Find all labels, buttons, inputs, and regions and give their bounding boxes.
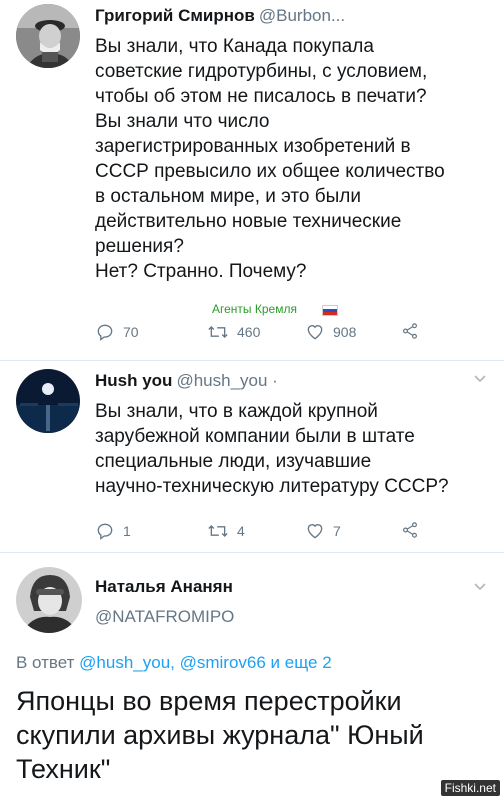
retweet-button[interactable]: 4 <box>207 521 245 541</box>
tweet-text-line: в остальном мире, и это были <box>95 186 361 207</box>
reply-button[interactable]: 70 <box>95 322 139 342</box>
tweet-text-line: научно-техническую литературу СССР? <box>95 476 449 497</box>
tweet-text-line: решения? <box>95 236 184 257</box>
avatar-pilot-image <box>16 567 82 633</box>
retweet-count: 4 <box>237 523 245 539</box>
reply-icon <box>97 523 113 540</box>
display-name[interactable]: Григорий Смирнов <box>95 6 255 25</box>
reply-mentions-link[interactable]: @hush_you, @smirov66 <box>79 653 266 672</box>
display-name[interactable]: Наталья Ананян <box>95 577 233 596</box>
tweet-text-line: зарегистрированных изобретений в <box>95 136 411 157</box>
tweet-actions: 1 4 7 <box>95 521 425 545</box>
reply-icon <box>97 324 113 341</box>
share-icon <box>403 522 417 538</box>
retweet-icon <box>208 525 228 537</box>
tweet-text-line: СССР превысило их общее количество <box>95 161 445 182</box>
reply-count: 1 <box>123 523 131 539</box>
display-name[interactable]: Hush you <box>95 371 172 390</box>
overlay-caption: Агенты Кремля <box>212 302 297 316</box>
tweet-text-line: Японцы во время перестройки <box>16 686 402 716</box>
chevron-down-icon[interactable] <box>472 371 488 387</box>
tweet-3[interactable]: Наталья Ананян @NATAFROMIPO В ответ @hus… <box>0 553 504 800</box>
reply-button[interactable]: 1 <box>95 521 131 541</box>
share-button[interactable] <box>401 322 419 340</box>
avatar[interactable] <box>16 4 80 68</box>
avatar-portrait-image <box>16 4 80 68</box>
display-name-line: Наталья Ананян <box>95 577 233 597</box>
tweet-1[interactable]: Григорий Смирнов @Burbon... Вы знали, что… <box>0 0 504 365</box>
tweet-text-line: Нет? Странно. Почему? <box>95 261 307 282</box>
avatar-moon-sea-image <box>16 369 80 433</box>
like-count: 7 <box>333 523 341 539</box>
tweet-text-line: чтобы об этом не писалось в печати? <box>95 86 427 107</box>
tweet-text-line: Вы знали, что в каждой крупной <box>95 401 378 422</box>
tweet-text-line: скупили архивы журнала" Юный <box>16 720 424 750</box>
retweet-count: 460 <box>237 324 261 340</box>
reply-count: 70 <box>123 324 139 340</box>
reply-prefix: В ответ <box>16 653 80 672</box>
reply-more-link[interactable]: и еще 2 <box>266 653 332 672</box>
tweet-text-line: действительно новые технические <box>95 211 402 232</box>
chevron-down-icon[interactable] <box>472 579 488 595</box>
like-button[interactable]: 908 <box>305 322 356 342</box>
heart-icon <box>307 524 323 539</box>
tweet-header: Hush you @hush_you · <box>95 371 278 391</box>
tweet-text-line: советские гидротурбины, с условием, <box>95 61 428 82</box>
like-count: 908 <box>333 324 357 340</box>
avatar[interactable] <box>16 369 80 433</box>
user-handle[interactable]: @Burbon... <box>259 6 345 25</box>
avatar[interactable] <box>16 567 82 633</box>
tweet-text-line: Вы знали что число <box>95 111 270 132</box>
retweet-button[interactable]: 460 <box>207 322 260 342</box>
like-button[interactable]: 7 <box>305 521 341 541</box>
tweet-text: Вы знали, что в каждой крупной зарубежно… <box>95 399 449 499</box>
tweet-text: Японцы во время перестройки скупили архи… <box>16 684 424 786</box>
tweet-text-line: Техник" <box>16 754 111 784</box>
tweet-2[interactable]: Hush you @hush_you · Вы знали, что в кажд… <box>0 361 504 549</box>
heart-icon <box>307 325 323 340</box>
russian-flag-icon <box>322 305 338 316</box>
retweet-icon <box>208 326 228 338</box>
tweet-header: Григорий Смирнов @Burbon... <box>95 6 345 26</box>
tweet-text-line: Вы знали, что Канада покупала <box>95 36 374 57</box>
tweet-text-line: зарубежной компании были в штате <box>95 426 415 447</box>
tweet-text-line: специальные люди, изучавшие <box>95 451 372 472</box>
share-button[interactable] <box>401 521 419 539</box>
tweet-actions: 70 460 908 <box>95 322 425 346</box>
share-icon <box>403 323 417 339</box>
reply-context: В ответ @hush_you, @smirov66 и еще 2 <box>16 653 332 673</box>
tweet-text: Вы знали, что Канада покупала советские … <box>95 34 445 284</box>
user-handle[interactable]: @NATAFROMIPO <box>95 607 234 626</box>
site-watermark: Fishki.net <box>440 780 500 796</box>
user-handle[interactable]: @hush_you · <box>176 371 277 390</box>
handle-line: @NATAFROMIPO <box>95 607 234 627</box>
